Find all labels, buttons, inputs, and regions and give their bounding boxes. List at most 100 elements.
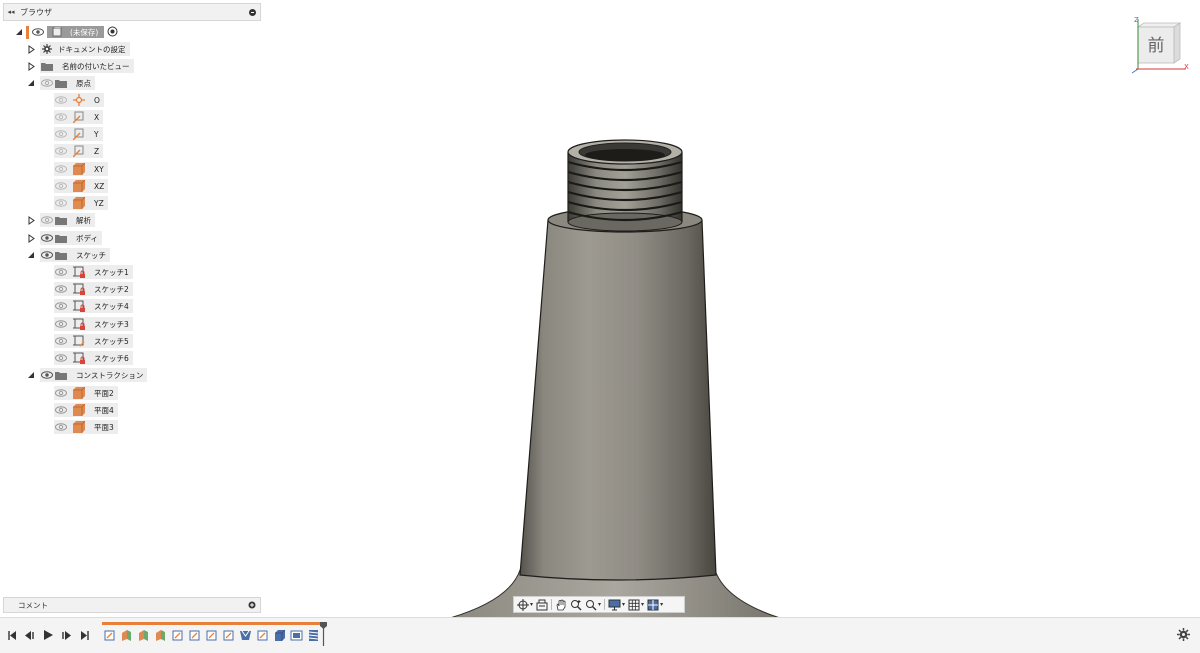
browser-options-button[interactable] [244,8,260,16]
active-marker [26,25,29,39]
expand-triangle-icon[interactable] [14,25,24,39]
browser-header[interactable]: ◂◂ ブラウザ [3,3,261,21]
display-settings-button[interactable]: ▾ [608,598,625,611]
timeline-sketch-feature[interactable] [255,626,270,644]
timeline-sketch-feature[interactable] [221,626,236,644]
go-to-end-button[interactable] [78,629,90,641]
tree-row-sketches[interactable]: スケッチ [26,248,110,262]
tree-label: コンストラクション [76,370,144,380]
expand-triangle-icon[interactable] [26,248,36,262]
eye-icon[interactable] [40,369,54,381]
tree-row-sketch[interactable]: スケッチ5 [54,334,133,348]
timeline-plane-feature[interactable] [119,626,134,644]
tree-row-plane[interactable]: 平面2 [54,386,118,400]
eye-hidden-icon[interactable] [54,283,68,295]
tree-row-plane[interactable]: 平面3 [54,420,118,434]
zoom-button[interactable] [570,598,582,611]
eye-hidden-icon[interactable] [54,387,68,399]
tree-row-sketch[interactable]: スケッチ4 [54,299,133,313]
tree-label: 平面3 [94,422,114,432]
add-comment-button[interactable] [244,601,260,609]
timeline-plane-feature[interactable] [153,626,168,644]
tree-row-z-axis[interactable]: Z [54,144,104,158]
eye-hidden-icon[interactable] [54,180,68,192]
activate-radio-icon[interactable] [107,26,118,39]
pan-button[interactable] [555,598,567,611]
eye-hidden-icon[interactable] [54,145,68,157]
viewcube[interactable]: 前 Z X [1128,15,1190,77]
timeline-marker-icon[interactable] [320,622,327,646]
collapsed-triangle-icon[interactable] [26,231,36,245]
timeline-extrude-feature[interactable] [272,626,287,644]
tree-row-y-axis[interactable]: Y [54,127,103,141]
orbit-button[interactable]: ▾ [517,598,533,611]
tree-row-analysis[interactable]: 解析 [26,213,95,227]
eye-hidden-icon[interactable] [54,404,68,416]
tree-row-named-views[interactable]: 名前の付いたビュー [26,59,134,73]
eye-icon[interactable] [40,232,54,244]
tree-row-origin[interactable]: 原点 [26,76,95,90]
collapsed-triangle-icon[interactable] [26,42,36,56]
eye-icon[interactable] [40,249,54,261]
tree-row-doc-settings[interactable]: ドキュメントの設定 [26,42,130,56]
tree-row-plane[interactable]: 平面4 [54,403,118,417]
model-body[interactable] [440,130,790,618]
viewports-button[interactable]: ▾ [647,598,663,611]
tree-row-sketch[interactable]: スケッチ3 [54,317,133,331]
tree-row-x-axis[interactable]: X [54,110,104,124]
timeline-thread-feature[interactable] [306,626,321,644]
skip-end-icon [80,630,89,640]
tree-label: Z [94,146,100,156]
timeline-settings-gear-icon[interactable] [1177,628,1190,641]
eye-hidden-icon[interactable] [54,94,68,106]
eye-hidden-icon[interactable] [54,318,68,330]
tree-row-root[interactable]: (未保存) [14,25,118,39]
grid-settings-button[interactable]: ▾ [628,598,644,611]
timeline-shell-feature[interactable] [289,626,304,644]
fit-button[interactable]: ▾ [585,598,601,611]
eye-hidden-icon[interactable] [40,214,54,226]
tree-row-origin-point[interactable]: O [54,93,104,107]
eye-hidden-icon[interactable] [54,335,68,347]
tree-row-xz-plane[interactable]: XZ [54,179,109,193]
expand-triangle-icon[interactable] [26,76,36,90]
tree-row-construction[interactable]: コンストラクション [26,368,148,382]
eye-hidden-icon[interactable] [54,128,68,140]
tree-label: XY [94,164,104,174]
tree-row-yz-plane[interactable]: YZ [54,196,108,210]
go-to-start-button[interactable] [6,629,18,641]
eye-hidden-icon[interactable] [54,266,68,278]
comments-panel[interactable]: コメント [3,597,261,613]
eye-icon[interactable] [31,26,45,38]
timeline-sketch-feature[interactable] [187,626,202,644]
tree-row-sketch[interactable]: スケッチ1 [54,265,133,279]
step-back-button[interactable] [24,629,36,641]
tree-label: 平面2 [94,388,114,398]
tree-row-sketch[interactable]: スケッチ2 [54,282,133,296]
play-button[interactable] [42,629,54,641]
expand-triangle-icon[interactable] [26,368,36,382]
timeline-plane-feature[interactable] [136,626,151,644]
eye-hidden-icon[interactable] [54,421,68,433]
tree-label: ドキュメントの設定 [58,44,126,54]
collapsed-triangle-icon[interactable] [26,59,36,73]
collapse-browser-icon[interactable]: ◂◂ [4,8,18,16]
tree-row-sketch[interactable]: スケッチ6 [54,351,133,365]
tree-row-xy-plane[interactable]: XY [54,162,108,176]
origin-point-icon [72,94,86,106]
eye-hidden-icon[interactable] [40,77,54,89]
eye-hidden-icon[interactable] [54,300,68,312]
step-forward-button[interactable] [60,629,72,641]
eye-hidden-icon[interactable] [54,163,68,175]
look-at-button[interactable] [536,598,548,611]
eye-hidden-icon[interactable] [54,197,68,209]
eye-hidden-icon[interactable] [54,352,68,364]
viewcube-face-label[interactable]: 前 [1148,36,1165,56]
timeline-sketch-feature[interactable] [204,626,219,644]
timeline-loft-feature[interactable] [238,626,253,644]
timeline-sketch-feature[interactable] [170,626,185,644]
timeline-sketch-feature[interactable] [102,626,117,644]
tree-row-bodies[interactable]: ボディ [26,231,102,245]
eye-hidden-icon[interactable] [54,111,68,123]
collapsed-triangle-icon[interactable] [26,213,36,227]
